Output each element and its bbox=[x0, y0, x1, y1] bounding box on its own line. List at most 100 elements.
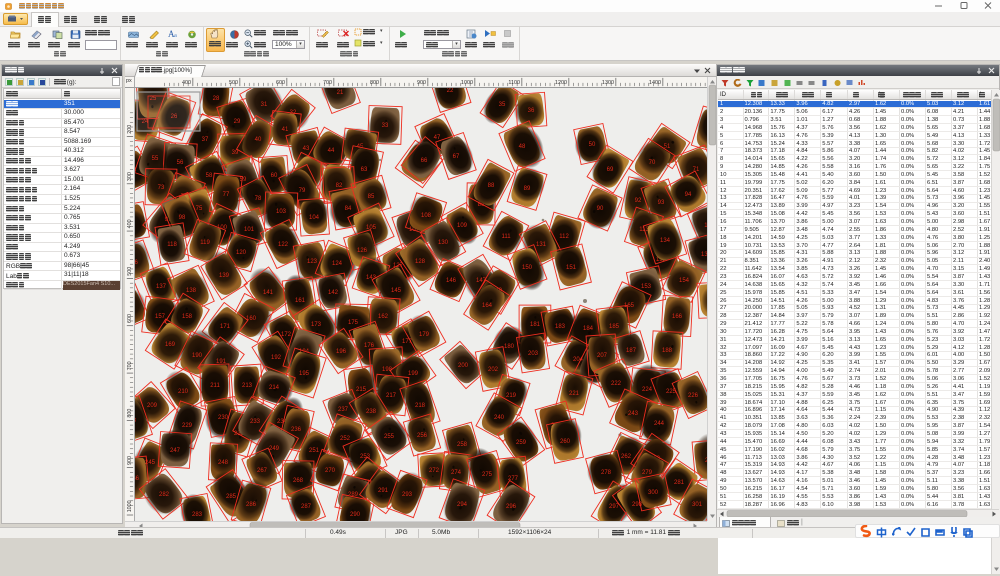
svg-text:400: 400 bbox=[182, 80, 191, 86]
svg-text:203: 203 bbox=[528, 351, 539, 357]
svg-text:29: 29 bbox=[234, 119, 241, 125]
svg-text:111: 111 bbox=[501, 234, 511, 240]
svg-text:226: 226 bbox=[688, 393, 699, 399]
svg-text:240: 240 bbox=[494, 415, 505, 421]
svg-text:199: 199 bbox=[408, 371, 419, 377]
svg-text:268: 268 bbox=[293, 478, 304, 484]
svg-text:173: 173 bbox=[311, 322, 322, 328]
svg-text:258: 258 bbox=[457, 442, 468, 448]
svg-text:294: 294 bbox=[457, 502, 468, 508]
svg-text:36: 36 bbox=[528, 108, 535, 114]
svg-text:108: 108 bbox=[421, 213, 432, 219]
svg-text:94: 94 bbox=[685, 192, 692, 198]
svg-text:184: 184 bbox=[583, 326, 594, 332]
svg-text:55: 55 bbox=[152, 156, 159, 162]
svg-text:192: 192 bbox=[271, 355, 282, 361]
svg-text:259: 259 bbox=[516, 440, 527, 446]
svg-text:77: 77 bbox=[223, 192, 230, 198]
svg-text:248: 248 bbox=[218, 460, 229, 466]
svg-text:297: 297 bbox=[609, 504, 620, 510]
svg-text:1300: 1300 bbox=[602, 80, 614, 86]
svg-text:293: 293 bbox=[402, 492, 413, 498]
svg-text:202: 202 bbox=[488, 367, 499, 373]
svg-text:123: 123 bbox=[307, 259, 318, 265]
svg-text:154: 154 bbox=[679, 278, 690, 284]
svg-text:73: 73 bbox=[158, 185, 165, 191]
svg-text:210: 210 bbox=[178, 389, 189, 395]
svg-text:22: 22 bbox=[447, 88, 454, 94]
svg-text:281: 281 bbox=[674, 480, 685, 486]
svg-text:183: 183 bbox=[555, 324, 566, 330]
svg-text:48: 48 bbox=[519, 144, 526, 150]
svg-text:700: 700 bbox=[323, 80, 332, 86]
svg-text:78: 78 bbox=[255, 196, 262, 202]
svg-text:247: 247 bbox=[170, 448, 181, 454]
svg-text:1200: 1200 bbox=[555, 80, 567, 86]
svg-text:238: 238 bbox=[366, 409, 377, 415]
svg-text:164: 164 bbox=[482, 303, 493, 309]
svg-text:171: 171 bbox=[220, 324, 231, 330]
svg-text:243: 243 bbox=[628, 411, 639, 417]
svg-text:181: 181 bbox=[530, 322, 541, 328]
svg-text:161: 161 bbox=[295, 298, 306, 304]
svg-text:229: 229 bbox=[182, 423, 193, 429]
svg-text:274: 274 bbox=[451, 470, 462, 476]
svg-text:900: 900 bbox=[127, 456, 133, 465]
svg-text:500: 500 bbox=[127, 267, 133, 276]
svg-text:39: 39 bbox=[232, 150, 239, 156]
svg-text:244: 244 bbox=[654, 421, 665, 427]
svg-text:200: 200 bbox=[127, 125, 133, 134]
svg-text:255: 255 bbox=[384, 434, 395, 440]
svg-text:138: 138 bbox=[186, 288, 197, 294]
svg-text:50: 50 bbox=[589, 142, 596, 148]
svg-text:37: 37 bbox=[202, 137, 209, 143]
svg-text:44: 44 bbox=[328, 148, 335, 154]
svg-text:104: 104 bbox=[309, 215, 320, 221]
svg-text:900: 900 bbox=[417, 80, 426, 86]
svg-text:75: 75 bbox=[196, 206, 203, 212]
svg-text:169: 169 bbox=[165, 342, 176, 348]
svg-text:291: 291 bbox=[378, 488, 389, 494]
svg-text:128: 128 bbox=[415, 259, 426, 265]
svg-text:221: 221 bbox=[569, 391, 580, 397]
svg-text:31: 31 bbox=[261, 102, 268, 108]
svg-text:256: 256 bbox=[417, 433, 428, 439]
svg-text:166: 166 bbox=[672, 314, 683, 320]
svg-text:137: 137 bbox=[156, 284, 167, 290]
svg-text:40: 40 bbox=[255, 137, 262, 143]
svg-text:1400: 1400 bbox=[649, 80, 661, 86]
svg-text:217: 217 bbox=[386, 393, 397, 399]
svg-text:230: 230 bbox=[218, 415, 229, 421]
svg-text:145: 145 bbox=[391, 288, 402, 294]
svg-text:236: 236 bbox=[291, 427, 302, 433]
svg-text:266: 266 bbox=[135, 476, 140, 482]
svg-text:126: 126 bbox=[357, 248, 368, 254]
svg-text:122: 122 bbox=[278, 242, 289, 248]
svg-text:67: 67 bbox=[453, 154, 460, 160]
svg-text:400: 400 bbox=[127, 219, 133, 228]
svg-text:185: 185 bbox=[609, 324, 620, 330]
svg-text:233: 233 bbox=[250, 419, 261, 425]
svg-text:275: 275 bbox=[482, 472, 493, 478]
svg-text:120: 120 bbox=[236, 250, 247, 256]
svg-text:66: 66 bbox=[421, 158, 428, 164]
svg-text:190: 190 bbox=[192, 353, 203, 359]
svg-text:130: 130 bbox=[438, 240, 449, 246]
svg-text:286: 286 bbox=[246, 502, 257, 508]
svg-text:500: 500 bbox=[229, 80, 238, 86]
svg-text:70: 70 bbox=[649, 160, 656, 166]
svg-text:141: 141 bbox=[263, 290, 274, 296]
svg-text:196: 196 bbox=[336, 349, 347, 355]
svg-text:800: 800 bbox=[370, 80, 379, 86]
svg-text:157: 157 bbox=[155, 314, 166, 320]
svg-text:252: 252 bbox=[340, 436, 351, 442]
svg-text:270: 270 bbox=[325, 468, 336, 474]
svg-text:89: 89 bbox=[524, 186, 531, 192]
svg-text:162: 162 bbox=[378, 314, 389, 320]
svg-text:84: 84 bbox=[345, 206, 352, 212]
svg-text:172: 172 bbox=[281, 332, 292, 338]
svg-text:131: 131 bbox=[536, 242, 547, 248]
svg-text:119: 119 bbox=[200, 240, 210, 246]
svg-text:98: 98 bbox=[179, 215, 186, 221]
svg-text:92: 92 bbox=[635, 198, 642, 204]
